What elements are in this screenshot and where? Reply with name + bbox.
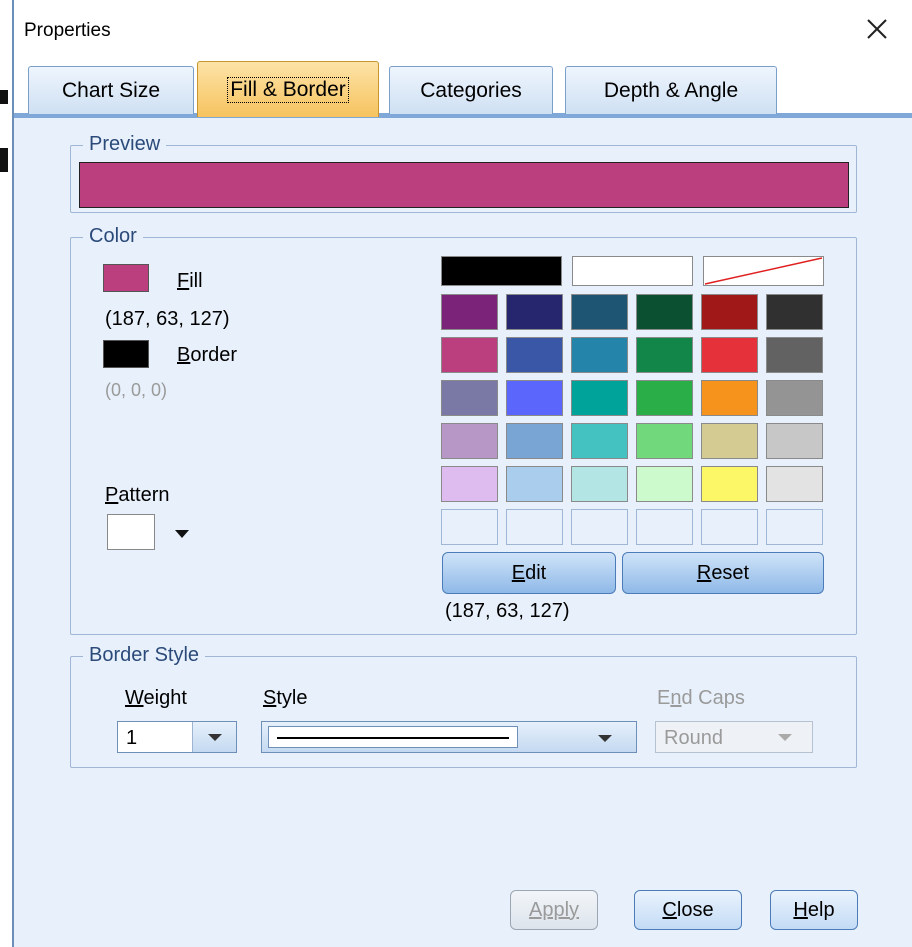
border-rgb-text: (0, 0, 0): [105, 380, 168, 400]
style-label: Style: [263, 687, 308, 709]
weight-select[interactable]: 1: [117, 721, 237, 753]
palette-white-wide[interactable]: [572, 256, 693, 286]
tab-depth-angle[interactable]: Depth & Angle: [565, 66, 777, 114]
palette-swatch[interactable]: [701, 466, 758, 502]
border-label[interactable]: Border: [177, 344, 237, 367]
palette-swatch[interactable]: [441, 466, 498, 502]
tab-label: Categories: [420, 78, 522, 102]
color-group-label: Color: [83, 225, 143, 248]
tab-categories[interactable]: Categories: [389, 66, 553, 114]
palette-swatch[interactable]: [766, 423, 823, 459]
properties-dialog: Properties Chart Size Fill & Border Cate…: [14, 0, 912, 947]
palette-swatch[interactable]: [636, 423, 693, 459]
palette-swatch[interactable]: [506, 466, 563, 502]
border-style-group-label: Border Style: [83, 644, 206, 667]
palette-black-wide[interactable]: [441, 256, 562, 286]
palette-swatch[interactable]: [636, 294, 693, 330]
preview-group-label: Preview: [83, 133, 167, 156]
style-select[interactable]: [261, 721, 637, 753]
border-color-swatch[interactable]: [103, 340, 149, 368]
palette-swatch[interactable]: [766, 509, 823, 545]
fill-rgb-text: (187, 63, 127): [105, 308, 230, 330]
palette-swatch[interactable]: [636, 380, 693, 416]
palette-swatch[interactable]: [766, 380, 823, 416]
dialog-title: Properties: [24, 20, 111, 41]
palette-transparent-wide[interactable]: [703, 256, 824, 286]
background-window-edge: [0, 0, 14, 947]
palette-swatch[interactable]: [636, 509, 693, 545]
palette-swatch[interactable]: [506, 380, 563, 416]
weight-value: 1: [126, 727, 138, 749]
solid-line-sample: [277, 737, 509, 739]
fill-label[interactable]: Fill: [177, 270, 203, 293]
palette-swatch[interactable]: [701, 380, 758, 416]
pattern-dropdown-arrow-icon[interactable]: [175, 530, 189, 538]
help-button[interactable]: Help: [770, 890, 858, 930]
selected-rgb-text: (187, 63, 127): [445, 600, 570, 622]
end-caps-value: Round: [664, 727, 723, 749]
palette-swatch[interactable]: [571, 466, 628, 502]
palette-swatch[interactable]: [571, 380, 628, 416]
palette-swatch[interactable]: [571, 337, 628, 373]
palette-swatch[interactable]: [441, 294, 498, 330]
edit-button[interactable]: Edit: [442, 552, 616, 594]
close-button[interactable]: Close: [634, 890, 742, 930]
palette-swatch[interactable]: [766, 337, 823, 373]
tab-label: Chart Size: [61, 78, 161, 102]
title-bar: Properties: [14, 0, 912, 58]
background-mark: [0, 148, 8, 172]
tab-chart-size[interactable]: Chart Size: [28, 66, 194, 114]
palette-swatch[interactable]: [636, 466, 693, 502]
reset-button[interactable]: Reset: [622, 552, 824, 594]
palette-swatch[interactable]: [506, 423, 563, 459]
palette-swatch[interactable]: [571, 509, 628, 545]
chevron-down-icon: [208, 734, 222, 741]
palette-swatch[interactable]: [701, 509, 758, 545]
style-value-box: [268, 726, 518, 748]
chevron-down-icon: [598, 735, 612, 742]
pattern-swatch[interactable]: [107, 514, 155, 550]
palette-swatch[interactable]: [636, 337, 693, 373]
palette-swatch[interactable]: [701, 423, 758, 459]
tab-bar: Chart Size Fill & Border Categories Dept…: [14, 58, 912, 118]
preview-swatch: [79, 162, 849, 208]
palette-swatch[interactable]: [441, 337, 498, 373]
palette-swatch[interactable]: [571, 423, 628, 459]
palette-swatch[interactable]: [441, 380, 498, 416]
tab-label: Fill & Border: [227, 76, 349, 103]
no-color-slash-icon: [704, 257, 823, 285]
palette-swatch[interactable]: [506, 337, 563, 373]
palette-swatch[interactable]: [701, 294, 758, 330]
apply-button: Apply: [510, 890, 598, 930]
weight-label: Weight: [125, 687, 187, 709]
palette-swatch[interactable]: [506, 509, 563, 545]
fill-color-swatch[interactable]: [103, 264, 149, 292]
tab-fill-border[interactable]: Fill & Border: [197, 61, 379, 117]
border-style-group: Border Style Weight 1 Style End Caps Rou…: [70, 644, 857, 768]
color-group: Color Fill (187, 63, 127) Border (0, 0, …: [70, 225, 857, 635]
palette-swatch[interactable]: [441, 423, 498, 459]
palette-swatch[interactable]: [766, 466, 823, 502]
palette-swatch[interactable]: [766, 294, 823, 330]
end-caps-label: End Caps: [657, 687, 745, 709]
palette-swatch[interactable]: [441, 509, 498, 545]
tab-label: Depth & Angle: [603, 78, 739, 102]
chevron-down-icon: [778, 734, 792, 741]
end-caps-select: Round: [655, 721, 813, 753]
palette-swatch[interactable]: [701, 337, 758, 373]
close-icon[interactable]: [864, 16, 890, 42]
weight-dropdown-button[interactable]: [192, 722, 236, 752]
background-mark: [0, 90, 8, 104]
palette-swatch[interactable]: [506, 294, 563, 330]
palette-swatch[interactable]: [571, 294, 628, 330]
preview-group: Preview: [70, 133, 857, 213]
pattern-label: Pattern: [105, 484, 170, 506]
